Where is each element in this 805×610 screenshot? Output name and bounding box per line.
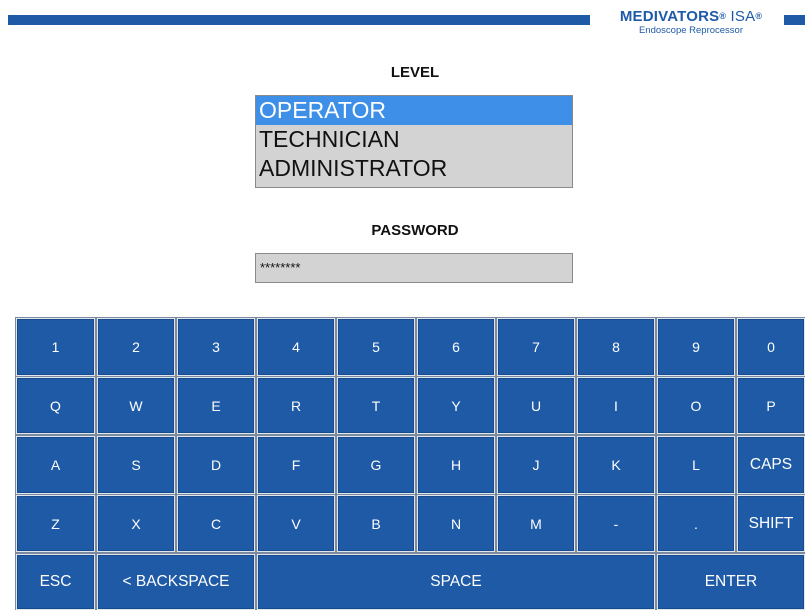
key-g[interactable]: G <box>337 436 415 494</box>
key-c[interactable]: C <box>177 495 255 552</box>
key-7[interactable]: 7 <box>497 318 575 376</box>
key-l[interactable]: L <box>657 436 735 494</box>
key-i[interactable]: I <box>577 377 655 434</box>
key-f[interactable]: F <box>257 436 335 494</box>
key-period[interactable]: . <box>657 495 735 552</box>
key-e[interactable]: E <box>177 377 255 434</box>
key-t[interactable]: T <box>337 377 415 434</box>
shift-button[interactable]: SHIFT <box>737 495 805 552</box>
key-5[interactable]: 5 <box>337 318 415 376</box>
key-dash[interactable]: - <box>577 495 655 552</box>
key-z[interactable]: Z <box>16 495 95 552</box>
key-6[interactable]: 6 <box>417 318 495 376</box>
on-screen-keyboard: 1 2 3 4 5 6 7 8 9 0 Q W E R T Y U I O P … <box>16 318 805 610</box>
backspace-button[interactable]: < BACKSPACE <box>97 554 255 610</box>
key-q[interactable]: Q <box>16 377 95 434</box>
key-y[interactable]: Y <box>417 377 495 434</box>
key-r[interactable]: R <box>257 377 335 434</box>
key-j[interactable]: J <box>497 436 575 494</box>
level-option-administrator[interactable]: ADMINISTRATOR <box>256 154 572 183</box>
key-a[interactable]: A <box>16 436 95 494</box>
key-3[interactable]: 3 <box>177 318 255 376</box>
key-s[interactable]: S <box>97 436 175 494</box>
level-listbox[interactable]: OPERATOR TECHNICIAN ADMINISTRATOR <box>255 95 573 188</box>
key-k[interactable]: K <box>577 436 655 494</box>
brand-logo: MEDIVATORS® ISA® Endoscope Reprocessor <box>597 8 785 36</box>
space-button[interactable]: SPACE <box>257 554 655 610</box>
level-option-operator[interactable]: OPERATOR <box>256 96 572 125</box>
key-x[interactable]: X <box>97 495 175 552</box>
esc-button[interactable]: ESC <box>16 554 95 610</box>
key-4[interactable]: 4 <box>257 318 335 376</box>
key-9[interactable]: 9 <box>657 318 735 376</box>
key-p[interactable]: P <box>737 377 805 434</box>
level-title: LEVEL <box>390 64 440 81</box>
key-8[interactable]: 8 <box>577 318 655 376</box>
key-d[interactable]: D <box>177 436 255 494</box>
key-1[interactable]: 1 <box>16 318 95 376</box>
brand-name: MEDIVATORS® ISA® <box>619 8 763 25</box>
password-field[interactable]: ******** <box>255 253 573 283</box>
key-b[interactable]: B <box>337 495 415 552</box>
password-title: PASSWORD <box>371 222 459 239</box>
key-2[interactable]: 2 <box>97 318 175 376</box>
key-h[interactable]: H <box>417 436 495 494</box>
brand-subtitle: Endoscope Reprocessor <box>638 25 744 36</box>
key-u[interactable]: U <box>497 377 575 434</box>
key-0[interactable]: 0 <box>737 318 805 376</box>
key-v[interactable]: V <box>257 495 335 552</box>
enter-button[interactable]: ENTER <box>657 554 805 610</box>
key-o[interactable]: O <box>657 377 735 434</box>
header-bar-end <box>784 15 805 25</box>
caps-button[interactable]: CAPS <box>737 436 805 494</box>
key-n[interactable]: N <box>417 495 495 552</box>
header-bar <box>8 15 590 25</box>
key-m[interactable]: M <box>497 495 575 552</box>
key-w[interactable]: W <box>97 377 175 434</box>
level-option-technician[interactable]: TECHNICIAN <box>256 125 572 154</box>
